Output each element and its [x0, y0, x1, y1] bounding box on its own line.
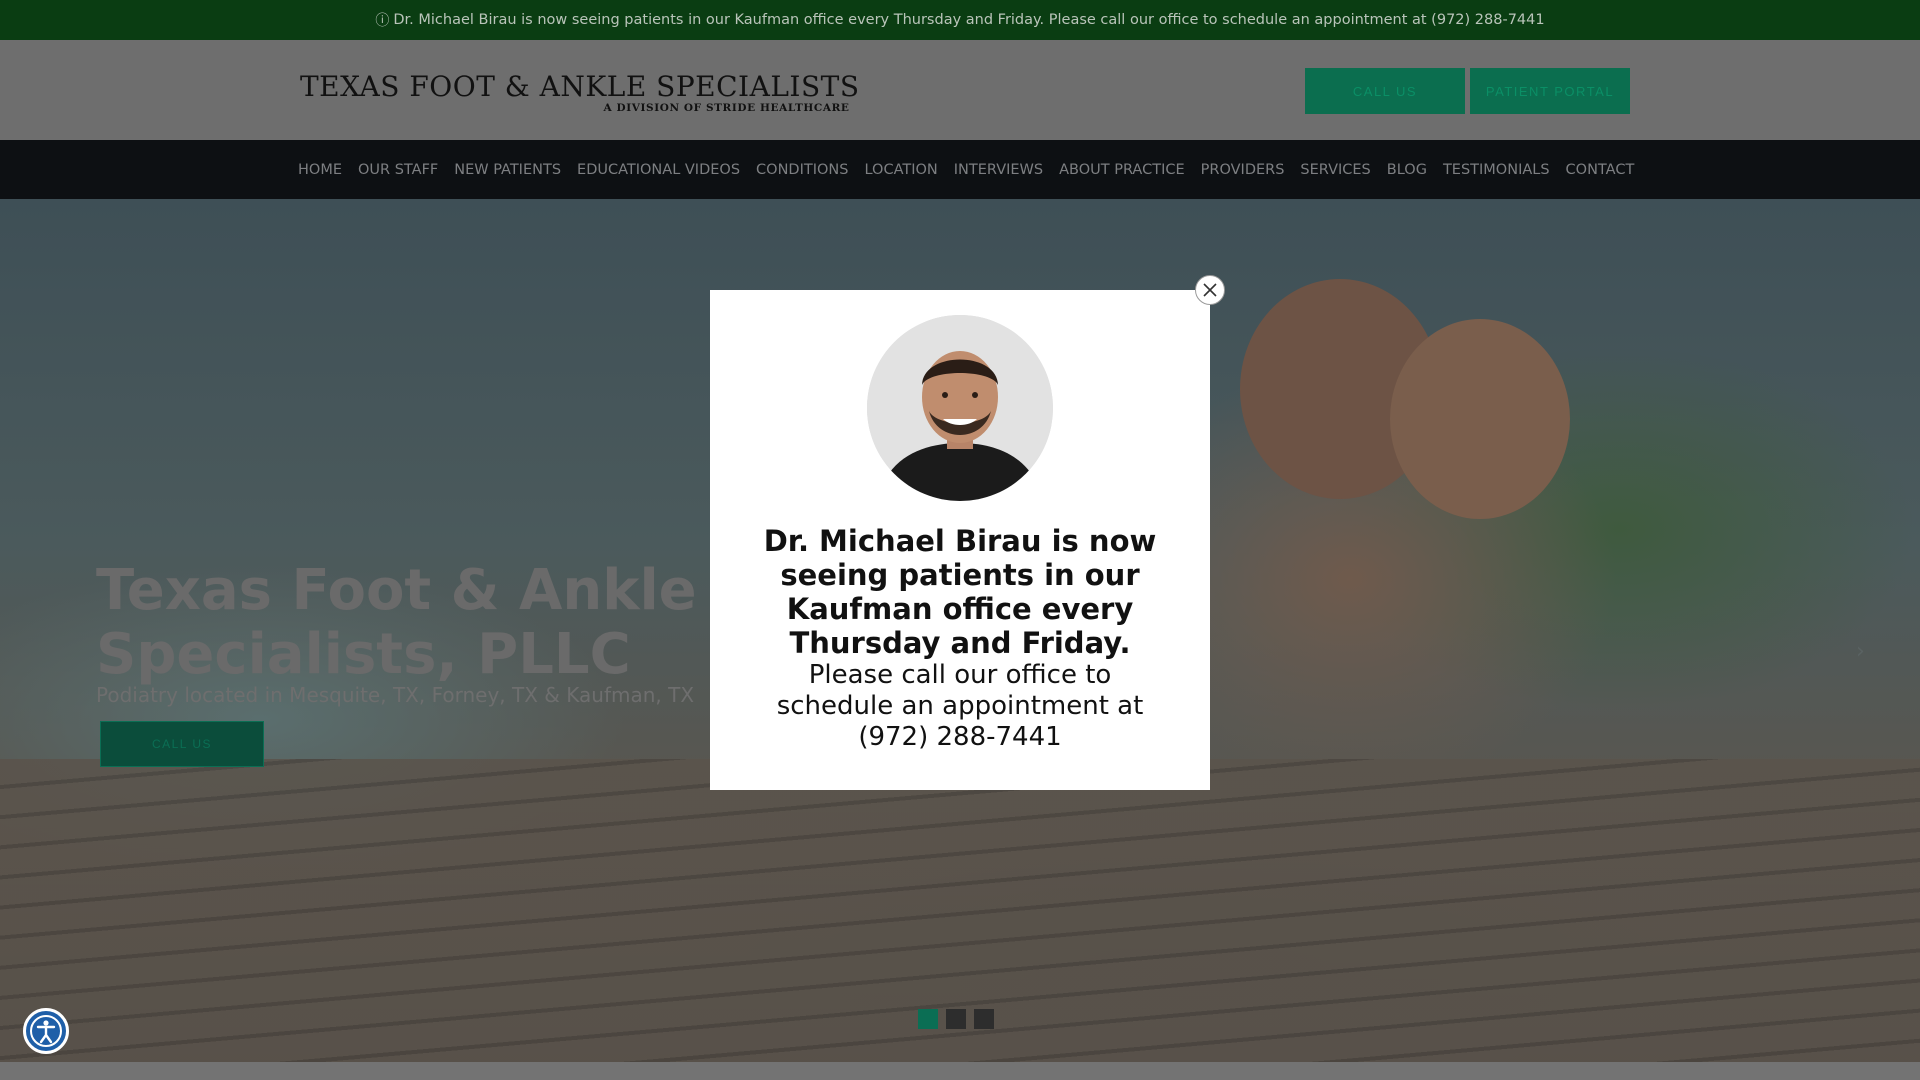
accessibility-icon[interactable] — [23, 1008, 69, 1054]
modal-body: Please call our office to schedule an ap… — [776, 660, 1144, 752]
doctor-photo — [867, 315, 1053, 501]
close-icon[interactable] — [1195, 275, 1225, 305]
doctor-avatar — [867, 315, 1053, 501]
modal-heading: Dr. Michael Birau is now seeing patients… — [763, 524, 1157, 660]
announcement-modal: Dr. Michael Birau is now seeing patients… — [710, 290, 1210, 790]
